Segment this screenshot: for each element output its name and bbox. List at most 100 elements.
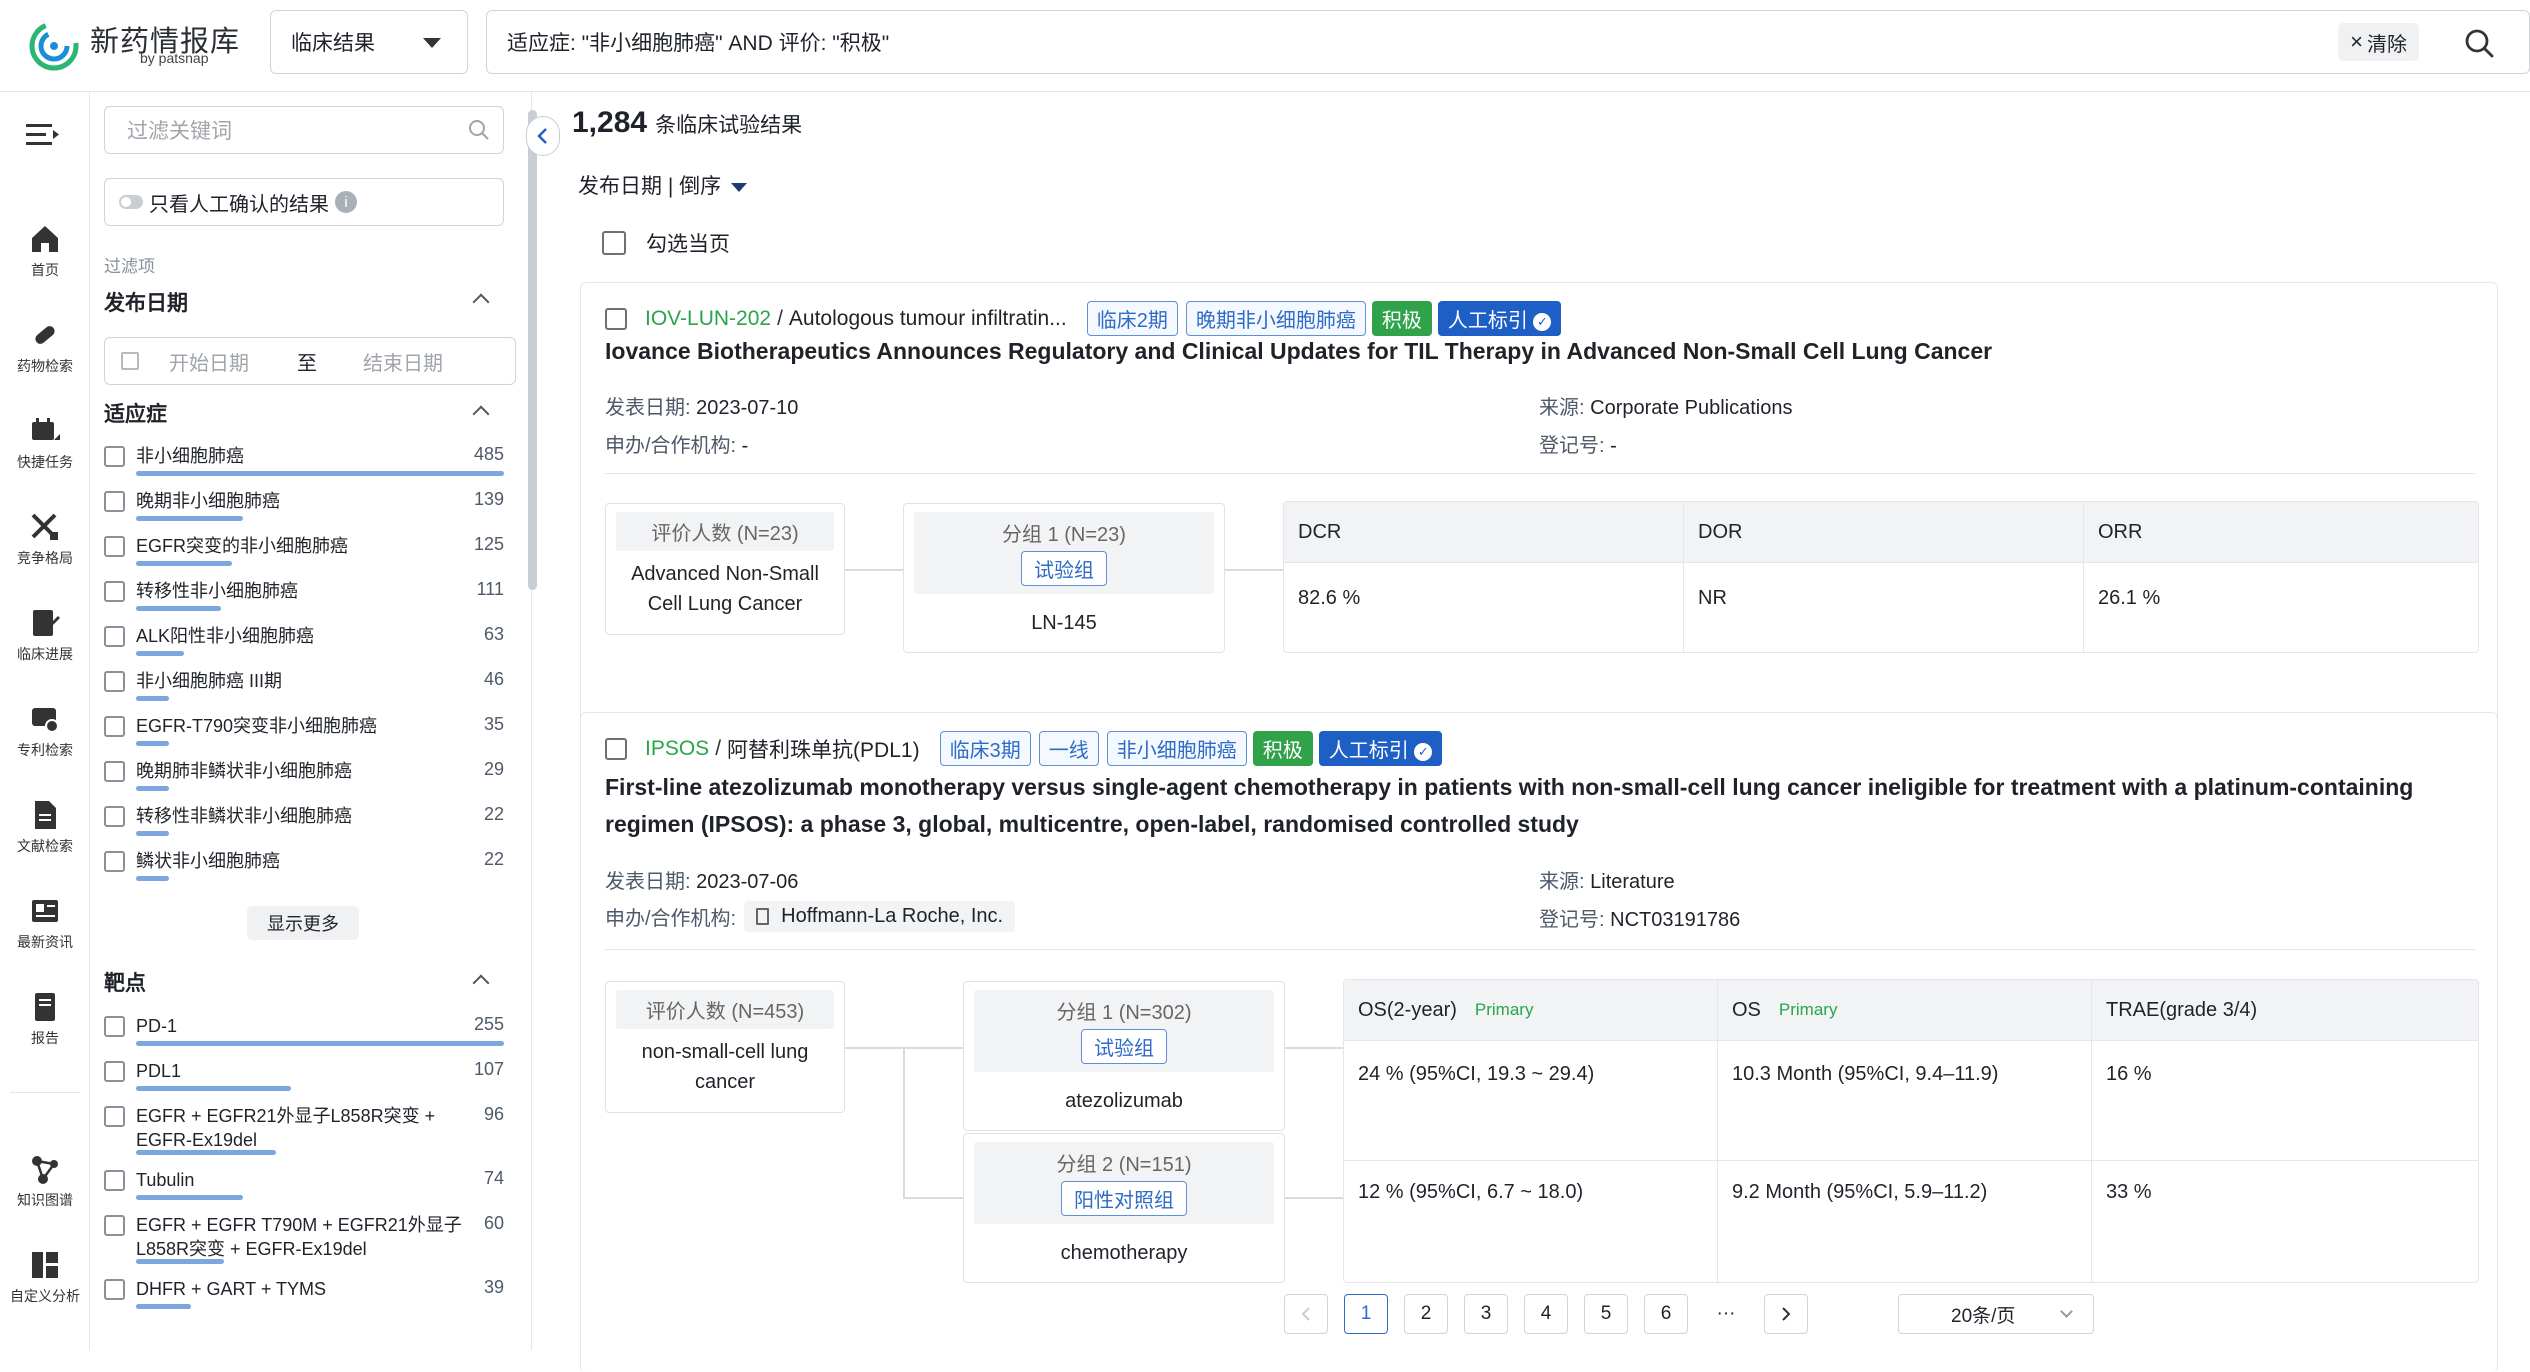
nav-item[interactable]: 专利检索 (0, 702, 90, 760)
outcome-cell: NR (1684, 562, 2084, 652)
clear-button[interactable]: × 清除 (2338, 23, 2419, 61)
nav-item[interactable]: 药物检索 (0, 318, 90, 376)
filter-option-checkbox[interactable] (104, 806, 125, 827)
result-checkbox[interactable] (605, 307, 627, 330)
result-checkbox[interactable] (605, 737, 627, 760)
filter-option[interactable]: DHFR + GART + TYMS 39 (104, 1273, 504, 1318)
filter-option-checkbox[interactable] (104, 446, 125, 467)
menu-toggle-icon[interactable] (26, 122, 60, 153)
chevron-up-icon[interactable] (472, 405, 490, 423)
check-circle-icon: ✓ (1533, 312, 1552, 331)
filter-option[interactable]: 非小细胞肺癌 485 (104, 440, 504, 485)
filter-keyword-input[interactable]: 过滤关键词 (104, 106, 504, 154)
result-title[interactable]: First-line atezolizumab monotherapy vers… (605, 769, 2465, 843)
filter-option[interactable]: EGFR突变的非小细胞肺癌 125 (104, 530, 504, 575)
target-filter-title[interactable]: 靶点 (104, 967, 146, 997)
page-button[interactable]: 2 (1404, 1294, 1448, 1334)
filter-option[interactable]: 转移性非小细胞肺癌 111 (104, 575, 504, 620)
page-button[interactable]: 6 (1644, 1294, 1688, 1334)
drug-name[interactable]: 阿替利珠单抗(PDL1) (727, 734, 920, 764)
filter-option-checkbox[interactable] (104, 1170, 125, 1191)
filter-option[interactable]: EGFR-T790突变非小细胞肺癌 35 (104, 710, 504, 755)
nav-item-label: 首页 (31, 262, 59, 278)
filter-option-count: 22 (483, 849, 504, 869)
pagination-ellipsis[interactable]: ··· (1704, 1294, 1748, 1334)
filter-option-checkbox[interactable] (104, 1016, 125, 1037)
collapse-panel-button[interactable] (526, 116, 560, 156)
page-button[interactable]: 5 (1584, 1294, 1628, 1334)
trial-code-link[interactable]: IPSOS (645, 737, 709, 761)
nav-item[interactable]: 报告 (0, 990, 90, 1048)
page-button[interactable]: 1 (1344, 1294, 1388, 1334)
manual-confirmed-toggle[interactable]: 只看人工确认的结果 i (104, 178, 504, 226)
sponsor-chip[interactable]: Hoffmann-La Roche, Inc. (744, 901, 1016, 932)
chevron-up-icon[interactable] (472, 293, 490, 311)
end-date-input[interactable]: 结束日期 (363, 347, 443, 376)
toggle-switch[interactable] (119, 195, 143, 209)
filter-option-checkbox[interactable] (104, 1061, 125, 1082)
date-range-picker[interactable]: 开始日期 至 结束日期 (104, 337, 516, 385)
result-card[interactable]: IPSOS / 阿替利珠单抗(PDL1) 临床3期 一线 非小细胞肺癌 积极 人工标… (580, 712, 2498, 1372)
nav-item[interactable]: 快捷任务 (0, 414, 90, 472)
next-page-button[interactable] (1764, 1294, 1808, 1334)
sort-dropdown[interactable]: 发布日期 | 倒序 (578, 170, 748, 200)
filter-option[interactable]: EGFR + EGFR T790M + EGFR21外显子L858R突变 + E… (104, 1209, 504, 1273)
page-button[interactable]: 3 (1464, 1294, 1508, 1334)
filter-option[interactable]: 晚期非小细胞肺癌 139 (104, 485, 504, 530)
result-title[interactable]: Iovance Biotherapeutics Announces Regula… (605, 333, 2465, 370)
search-query-input[interactable]: 适应症: "非小细胞肺癌" AND 评价: "积极" × 清除 (486, 10, 2530, 74)
nav-item[interactable]: 知识图谱 (0, 1152, 90, 1210)
filter-option-bar (136, 561, 232, 566)
nav-item[interactable]: 首页 (0, 222, 90, 280)
manual-index-label: 人工标引 (1447, 310, 1528, 332)
search-icon[interactable] (2463, 27, 2495, 59)
filter-option[interactable]: 鳞状非小细胞肺癌 22 (104, 845, 504, 890)
news-icon (32, 900, 58, 922)
filter-option-checkbox[interactable] (104, 581, 125, 602)
filter-option-checkbox[interactable] (104, 536, 125, 557)
drug-name[interactable]: Autologous tumour infiltratin... (789, 307, 1067, 331)
select-page-control[interactable]: 勾选当页 (602, 228, 730, 258)
page-button[interactable]: 4 (1524, 1294, 1568, 1334)
filter-option[interactable]: 非小细胞肺癌 III期 46 (104, 665, 504, 710)
nav-item[interactable]: 文献检索 (0, 798, 90, 856)
filter-option[interactable]: PD-1 255 (104, 1010, 504, 1055)
nav-item[interactable]: 最新资讯 (0, 894, 90, 952)
filter-option-checkbox[interactable] (104, 1279, 125, 1300)
filter-option-checkbox[interactable] (104, 1215, 125, 1236)
start-date-input[interactable]: 开始日期 (169, 347, 249, 376)
filter-option[interactable]: EGFR + EGFR21外显子L858R突变 + EGFR-Ex19del 96 (104, 1100, 504, 1164)
filter-option-checkbox[interactable] (104, 671, 125, 692)
filter-option-checkbox[interactable] (104, 851, 125, 872)
nav-item[interactable]: 竞争格局 (0, 510, 90, 568)
filter-option-checkbox[interactable] (104, 716, 125, 737)
show-more-button[interactable]: 显示更多 (247, 906, 359, 940)
trial-code-link[interactable]: IOV-LUN-202 (645, 307, 771, 331)
filter-option-count: 485 (473, 444, 504, 464)
filter-option[interactable]: 晚期肺非鳞状非小细胞肺癌 29 (104, 755, 504, 800)
search-type-select[interactable]: 临床结果 (270, 10, 468, 74)
filter-keyword-placeholder: 过滤关键词 (127, 120, 232, 143)
nav-item[interactable]: 自定义分析 (0, 1248, 90, 1306)
filter-option[interactable]: 转移性非鳞状非小细胞肺癌 22 (104, 800, 504, 845)
page-size-select[interactable]: 20条/页 (1898, 1294, 2094, 1334)
primary-endpoint-badge: Primary (1778, 1000, 1838, 1019)
results-area: 1,284 条临床试验结果 发布日期 | 倒序 勾选当页 IOV-LUN-202/… (560, 92, 2530, 1372)
filter-option[interactable]: Tubulin 74 (104, 1164, 504, 1209)
chevron-up-icon[interactable] (472, 974, 490, 992)
brand-logo[interactable]: 新药情报库 by patsnap (28, 18, 268, 74)
filter-option-count: 46 (483, 669, 504, 689)
filter-option-checkbox[interactable] (104, 761, 125, 782)
result-card[interactable]: IOV-LUN-202/Autologous tumour infiltrati… (580, 282, 2498, 778)
filter-option-checkbox[interactable] (104, 1106, 125, 1127)
nav-item[interactable]: 临床进展 (0, 606, 90, 664)
select-page-checkbox[interactable] (602, 231, 626, 255)
filter-scrollbar[interactable] (528, 110, 537, 590)
date-filter-title[interactable]: 发布日期 (104, 287, 188, 317)
filter-option[interactable]: PDL1 107 (104, 1055, 504, 1100)
filter-option-checkbox[interactable] (104, 626, 125, 647)
prev-page-button[interactable] (1284, 1294, 1328, 1334)
filter-option-checkbox[interactable] (104, 491, 125, 512)
filter-option[interactable]: ALK阳性非小细胞肺癌 63 (104, 620, 504, 665)
indication-filter-title[interactable]: 适应症 (104, 398, 167, 428)
